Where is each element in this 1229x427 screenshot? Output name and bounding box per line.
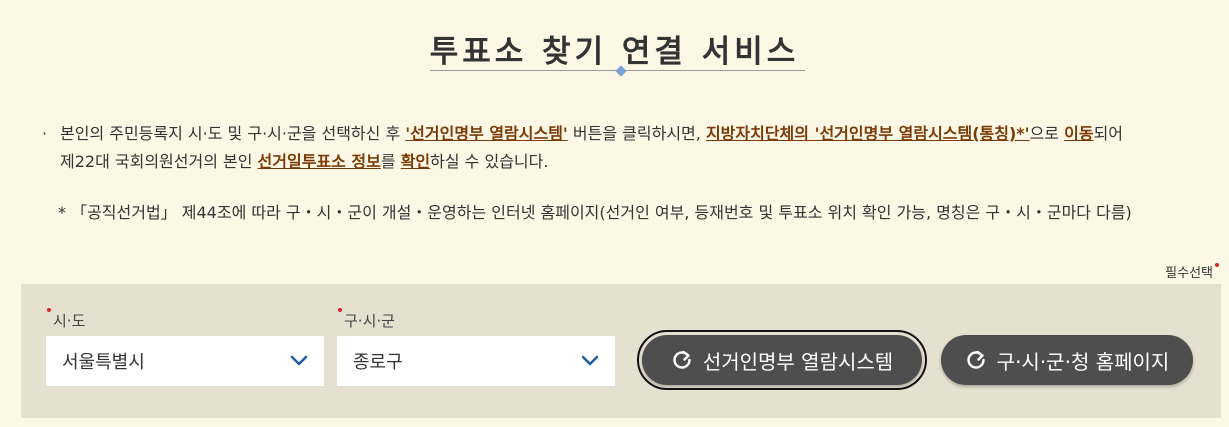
- notice-text-part: 버튼을 클릭하시면,: [567, 124, 706, 143]
- sido-select[interactable]: 서울특별시: [46, 336, 324, 386]
- footnote: * 「공직선거법」 제44조에 따라 구・시・군이 개설・운영하는 인터넷 홈페…: [58, 203, 1132, 222]
- page-title: 투표소 찾기 연결 서비스: [429, 34, 800, 70]
- notice-emphasis-move: 이동: [1064, 124, 1094, 143]
- registry-system-button-label: 선거인명부 열람시스템: [702, 349, 894, 374]
- chevron-down-icon: [290, 355, 308, 367]
- selection-panel: 시·도 서울특별시 구·시·군 종로구 선거인명부 열람시스템 구·시·군·청 …: [21, 284, 1221, 418]
- sigungu-label: 구·시·군: [338, 308, 395, 330]
- required-hint: 필수선택: [1165, 262, 1219, 281]
- chevron-down-icon: [581, 355, 599, 367]
- sigungu-selected-value: 종로구: [353, 352, 403, 373]
- registry-system-button[interactable]: 선거인명부 열람시스템: [637, 330, 927, 390]
- notice-text-part: 되어: [1093, 124, 1124, 143]
- notice-emphasis-check: 확인: [400, 152, 431, 171]
- notice-text-part: 하실 수 있습니다.: [430, 152, 549, 171]
- sido-selected-value: 서울특별시: [62, 352, 145, 373]
- notice-emphasis-registry: '선거인명부 열람시스템': [405, 124, 568, 143]
- refresh-icon: [965, 349, 987, 371]
- notice-text-part: 를: [380, 152, 401, 171]
- notice-emphasis-local-gov: 지방자치단체의 '선거인명부 열람시스템(통칭)*': [705, 124, 1030, 143]
- district-homepage-button-label: 구·시·군·청 홈페이지: [996, 349, 1170, 374]
- notice-text-part: 본인의 주민등록지 시·도 및 구·시·군을 선택하신 후: [60, 124, 406, 143]
- sido-label: 시·도: [46, 308, 86, 330]
- district-homepage-button[interactable]: 구·시·군·청 홈페이지: [941, 335, 1193, 385]
- sigungu-select[interactable]: 종로구: [337, 336, 615, 386]
- notice-text: · 본인의 주민등록지 시·도 및 구·시·군을 선택하신 후 '선거인명부 열…: [42, 120, 1212, 176]
- notice-text-part: 으로: [1029, 124, 1065, 143]
- refresh-icon: [671, 349, 693, 371]
- notice-text-part: 제22대 국회의원선거의 본인: [60, 152, 258, 171]
- notice-bullet: ·: [42, 124, 48, 143]
- notice-emphasis-polling-info: 선거일투표소 정보: [257, 152, 381, 171]
